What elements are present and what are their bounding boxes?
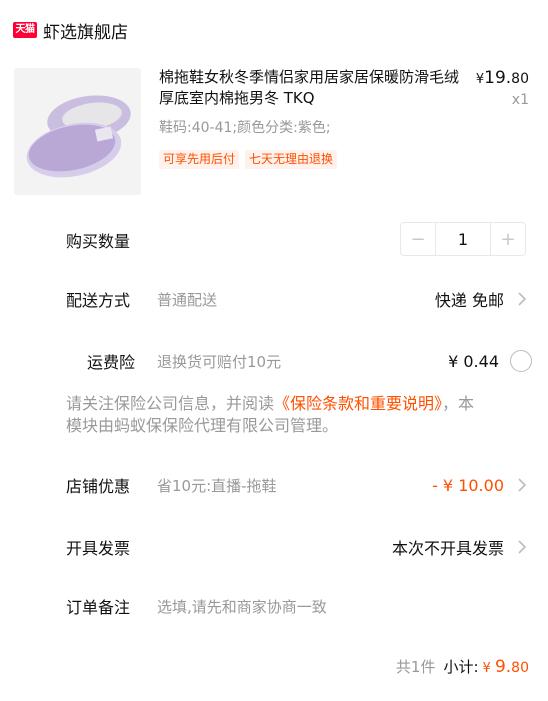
invoice-label: 开具发票 [66,539,131,558]
insurance-row: 运费险 退换货可赔付10元 ¥ 0.44 [0,341,548,381]
quantity-stepper[interactable]: − 1 + [400,222,526,256]
shipping-method: 普通配送 [157,290,218,309]
insurance-notice: 请关注保险公司信息，并阅读《保险条款和重要说明》，本模块由蚂蚁保保险代理有限公司… [66,394,475,435]
order-card: 天猫 虾选旗舰店 棉拖鞋女秋冬季情侣家用居家居保暖防滑毛绒厚底室内棉拖男冬 TK… [0,0,548,701]
decrease-button[interactable]: − [401,223,435,255]
insurance-label: 运费险 [87,353,136,372]
tag-seven-day-return: 七天无理由退换 [245,150,338,169]
invoice-row[interactable]: 开具发票 本次不开具发票 [0,527,548,567]
product-image[interactable] [14,68,141,195]
coupon-desc: 省10元:直播-拖鞋 [157,476,277,495]
shipping-fee: 快递 免邮 [434,291,504,310]
item-count: 共1件 [395,658,436,676]
slipper-image [14,68,141,195]
shipping-row[interactable]: 配送方式 普通配送 快递 免邮 [0,279,548,319]
chevron-right-icon [515,540,529,554]
coupon-amount: - ¥ 10.00 [432,475,504,495]
quantity-value[interactable]: 1 [435,223,491,255]
tag-pay-later: 可享先用后付 [159,150,240,169]
quantity-row: 购买数量 − 1 + [0,222,548,258]
product-price: ¥19.80 [475,68,529,88]
increase-button[interactable]: + [491,223,525,255]
chevron-right-icon [515,478,529,492]
product-qty: x1 [511,92,529,108]
shipping-label: 配送方式 [66,291,131,310]
remark-input[interactable]: 选填,请先和商家协商一致 [157,596,327,617]
subtotal-amount: ¥ 9.80 [482,657,529,677]
quantity-label: 购买数量 [66,232,131,251]
order-subtotal: 共1件 小计: ¥ 9.80 [396,656,529,677]
coupon-label: 店铺优惠 [66,477,131,496]
coupon-row[interactable]: 店铺优惠 省10元:直播-拖鞋 - ¥ 10.00 [0,465,548,505]
tmall-badge: 天猫 [13,22,37,38]
remark-row: 订单备注 选填,请先和商家协商一致 [0,586,548,626]
store-name[interactable]: 虾选旗舰店 [43,18,128,43]
invoice-value: 本次不开具发票 [391,539,504,558]
subtotal-label: 小计: [443,658,479,676]
product-title[interactable]: 棉拖鞋女秋冬季情侣家用居家居保暖防滑毛绒厚底室内棉拖男冬 TKQ [159,67,459,109]
chevron-right-icon [515,292,529,306]
product-sku[interactable]: 鞋码:40-41;颜色分类:紫色; [159,117,331,137]
remark-label: 订单备注 [66,598,131,617]
service-tags: 可享先用后付 七天无理由退换 [159,150,338,169]
store-header[interactable]: 天猫 虾选旗舰店 [13,16,128,44]
insurance-desc: 退换货可赔付10元 [157,352,282,371]
insurance-price: ¥ 0.44 [448,351,499,371]
insurance-terms-link[interactable]: 《保险条款和重要说明》 [274,394,442,413]
insurance-radio[interactable] [510,350,532,372]
